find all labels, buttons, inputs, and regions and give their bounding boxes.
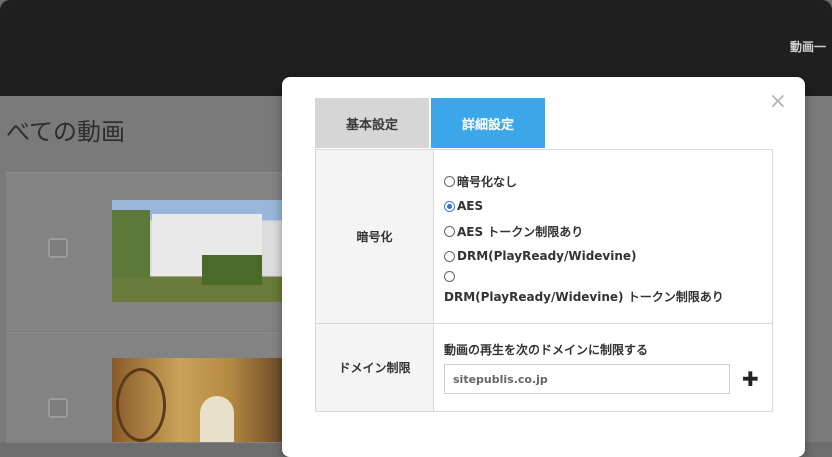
- video-thumbnail[interactable]: [112, 200, 282, 302]
- video-thumbnail[interactable]: [112, 358, 282, 442]
- radio-button[interactable]: [444, 175, 455, 187]
- radio-button[interactable]: [444, 250, 455, 262]
- add-domain-button[interactable]: ✚: [742, 369, 759, 389]
- radio-option-aes-token[interactable]: AES トークン制限あり: [444, 219, 762, 244]
- radio-option-aes[interactable]: AES: [444, 194, 762, 219]
- settings-modal: × 基本設定 詳細設定 暗号化 暗号化なし AES AES トークン制限あり D…: [282, 77, 805, 457]
- tab-basic-settings[interactable]: 基本設定: [315, 98, 429, 148]
- radio-button[interactable]: [444, 225, 455, 237]
- domain-restriction-field: 動画の再生を次のドメインに制限する ✚: [433, 323, 773, 412]
- close-icon[interactable]: ×: [769, 91, 787, 113]
- settings-table: 暗号化 暗号化なし AES AES トークン制限あり DRM(PlayReady…: [315, 149, 773, 412]
- row-checkbox[interactable]: [48, 238, 68, 258]
- settings-tabs: 基本設定 詳細設定: [315, 98, 545, 148]
- radio-option-drm[interactable]: DRM(PlayReady/Widevine): [444, 244, 762, 269]
- domain-description: 動画の再生を次のドメインに制限する: [444, 343, 649, 357]
- page-title: べての動画: [6, 118, 126, 146]
- encryption-row: 暗号化 暗号化なし AES AES トークン制限あり DRM(PlayReady…: [315, 149, 773, 324]
- radio-button[interactable]: [444, 270, 455, 282]
- encryption-options: 暗号化なし AES AES トークン制限あり DRM(PlayReady/Wid…: [433, 149, 773, 324]
- domain-restriction-label: ドメイン制限: [315, 323, 434, 412]
- domain-restriction-row: ドメイン制限 動画の再生を次のドメインに制限する ✚: [315, 323, 773, 412]
- background-content: [805, 96, 832, 442]
- header-nav-item[interactable]: 動画一: [790, 38, 826, 55]
- encryption-label: 暗号化: [315, 149, 434, 324]
- radio-option-drm-token[interactable]: DRM(PlayReady/Widevine) トークン制限あり: [444, 270, 762, 305]
- tab-advanced-settings[interactable]: 詳細設定: [431, 98, 545, 148]
- row-checkbox[interactable]: [48, 398, 68, 418]
- radio-button-selected[interactable]: [444, 200, 455, 212]
- radio-option-no-encryption[interactable]: 暗号化なし: [444, 169, 762, 194]
- domain-input[interactable]: [444, 364, 730, 394]
